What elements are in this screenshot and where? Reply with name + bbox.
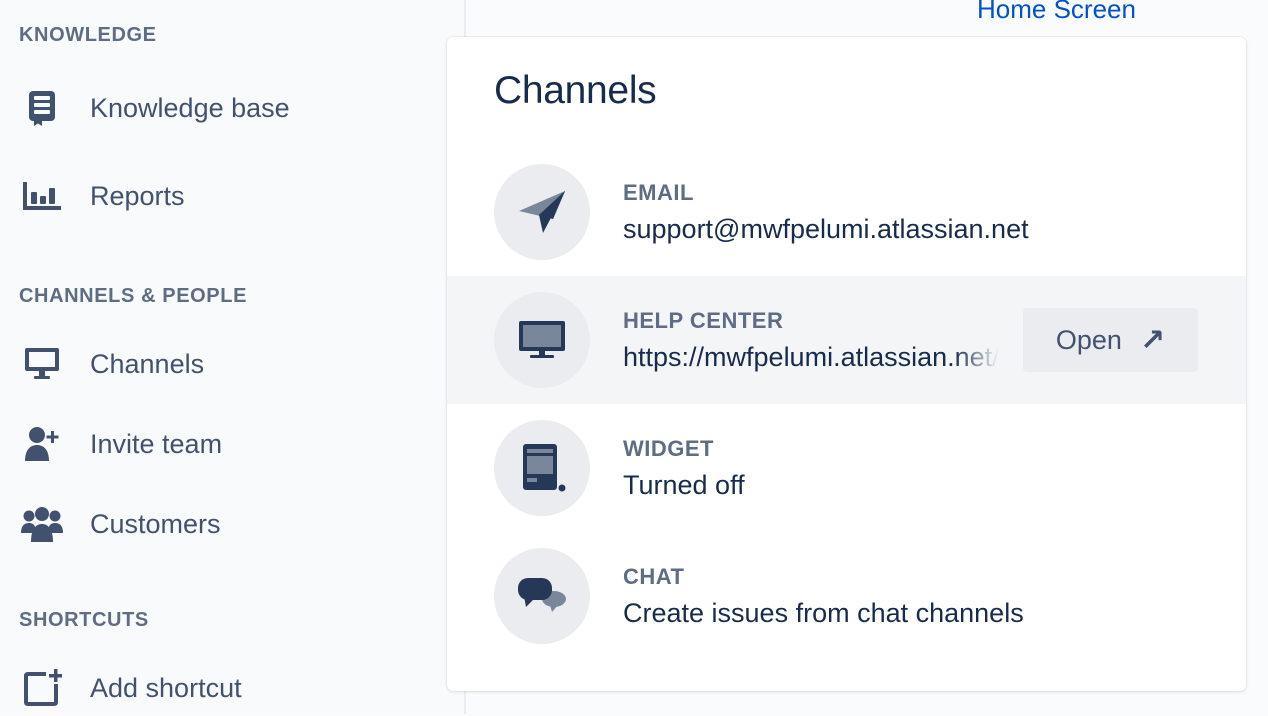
sidebar-item-channels[interactable]: Channels bbox=[0, 336, 440, 392]
sidebar-item-customers[interactable]: Customers bbox=[0, 496, 440, 552]
section-heading-channels-people: CHANNELS & PEOPLE bbox=[19, 285, 248, 307]
paper-plane-icon bbox=[494, 164, 590, 260]
section-heading-shortcuts: SHORTCUTS bbox=[19, 609, 149, 631]
sidebar-item-label: Add shortcut bbox=[90, 672, 242, 703]
sidebar-item-add-shortcut[interactable]: Add shortcut bbox=[0, 660, 440, 716]
sidebar: KNOWLEDGE Knowledge base Reports CHANNEL… bbox=[0, 0, 466, 714]
channel-label: CHAT bbox=[623, 564, 685, 589]
bar-chart-icon bbox=[20, 174, 64, 218]
sidebar-item-label: Knowledge base bbox=[90, 92, 290, 123]
channel-row-widget[interactable]: WIDGET Turned off bbox=[447, 404, 1246, 532]
open-button-label: Open bbox=[1055, 324, 1122, 355]
channel-value: Turned off bbox=[623, 470, 745, 500]
section-heading-knowledge: KNOWLEDGE bbox=[19, 24, 157, 46]
chat-bubbles-icon bbox=[494, 548, 590, 644]
channel-value: https://mwfpelumi.atlassian.net/serviced… bbox=[623, 342, 999, 372]
people-group-icon bbox=[20, 502, 64, 546]
home-screen-link[interactable]: Home Screen bbox=[977, 0, 1136, 25]
channels-card: Channels EMAIL support@mwfpelumi.atlassi… bbox=[447, 37, 1246, 691]
sidebar-item-label: Invite team bbox=[90, 428, 223, 459]
sidebar-item-invite-team[interactable]: Invite team bbox=[0, 416, 440, 472]
sidebar-item-knowledge-base[interactable]: Knowledge base bbox=[0, 80, 440, 136]
channel-row-email[interactable]: EMAIL support@mwfpelumi.atlassian.net bbox=[447, 148, 1246, 276]
channel-label: WIDGET bbox=[623, 436, 714, 461]
sidebar-item-label: Customers bbox=[90, 508, 221, 539]
add-person-icon bbox=[20, 422, 64, 466]
monitor-icon bbox=[20, 342, 64, 386]
book-icon bbox=[20, 86, 64, 130]
widget-icon bbox=[494, 420, 590, 516]
open-help-center-button[interactable]: Open ↗ bbox=[1023, 308, 1198, 372]
channels-title: Channels bbox=[494, 69, 657, 112]
channel-label: EMAIL bbox=[623, 180, 694, 205]
sidebar-item-reports[interactable]: Reports bbox=[0, 168, 440, 224]
channel-value: Create issues from chat channels bbox=[623, 598, 1024, 628]
arrow-up-right-icon: ↗ bbox=[1139, 323, 1166, 357]
channel-row-chat[interactable]: CHAT Create issues from chat channels bbox=[447, 532, 1246, 660]
channel-value: support@mwfpelumi.atlassian.net bbox=[623, 214, 1029, 244]
add-shortcut-icon bbox=[20, 666, 64, 710]
channel-row-help-center[interactable]: HELP CENTER https://mwfpelumi.atlassian.… bbox=[447, 276, 1246, 404]
monitor-icon bbox=[494, 292, 590, 388]
channel-label: HELP CENTER bbox=[623, 308, 784, 333]
sidebar-item-label: Channels bbox=[90, 348, 205, 379]
sidebar-item-label: Reports bbox=[90, 180, 185, 211]
